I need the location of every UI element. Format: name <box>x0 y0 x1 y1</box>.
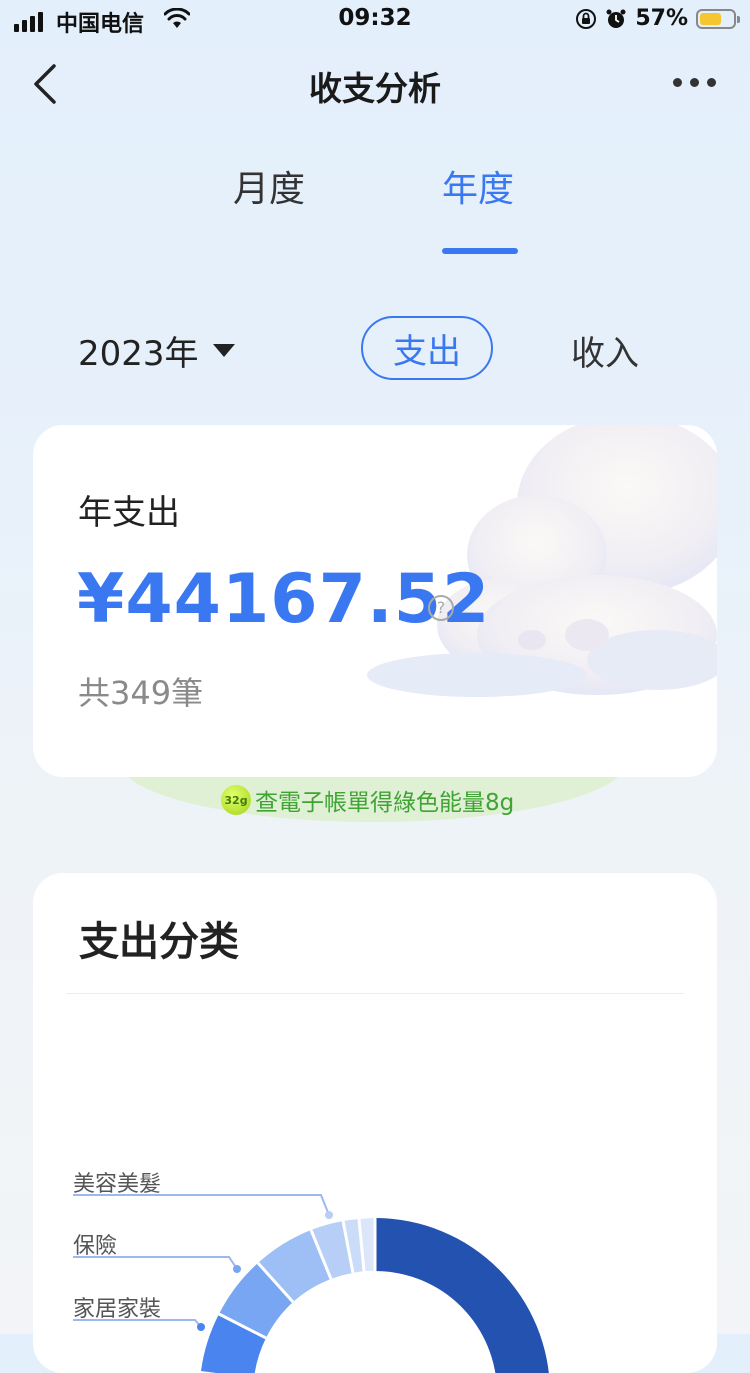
year-value: 2023年 <box>78 334 199 374</box>
expense-category-card: 支出分类 美容美髮 保險 家居家裝 <box>33 873 717 1373</box>
help-icon[interactable]: ? <box>428 595 454 621</box>
status-bar: 中国电信 09:32 57% <box>0 0 750 42</box>
more-dots-icon[interactable] <box>673 78 716 87</box>
expense-toggle-button[interactable]: 支出 <box>361 316 493 380</box>
battery-percent: 57% <box>635 6 688 31</box>
green-energy-text: 查電子帳單得綠色能量8g <box>255 790 515 816</box>
energy-badge-icon: 32g <box>221 785 251 815</box>
alarm-icon <box>606 9 626 28</box>
rotation-lock-icon <box>576 8 597 29</box>
green-energy-banner[interactable]: 32g 查電子帳單得綠色能量8g <box>221 783 514 817</box>
annual-expense-amount: ¥44167.52 <box>77 560 491 639</box>
annual-expense-card: 年支出 ¥44167.52 ? 共349筆 <box>33 425 717 777</box>
income-toggle-button[interactable]: 收入 <box>571 326 639 375</box>
tab-active-indicator <box>442 248 518 254</box>
transaction-count: 共349筆 <box>78 674 204 712</box>
category-label-home: 家居家裝 <box>73 1297 162 1322</box>
tab-monthly[interactable]: 月度 <box>233 160 305 212</box>
caret-down-icon <box>212 344 235 357</box>
tab-yearly[interactable]: 年度 <box>442 160 514 212</box>
page-title: 收支分析 <box>309 69 441 108</box>
annual-expense-label: 年支出 <box>78 493 180 533</box>
year-selector[interactable]: 2023年 <box>78 326 235 375</box>
category-label-beauty: 美容美髮 <box>73 1172 162 1197</box>
category-label-insurance: 保險 <box>73 1234 118 1259</box>
donut-segment-main <box>375 1218 549 1373</box>
battery-icon <box>696 8 740 29</box>
